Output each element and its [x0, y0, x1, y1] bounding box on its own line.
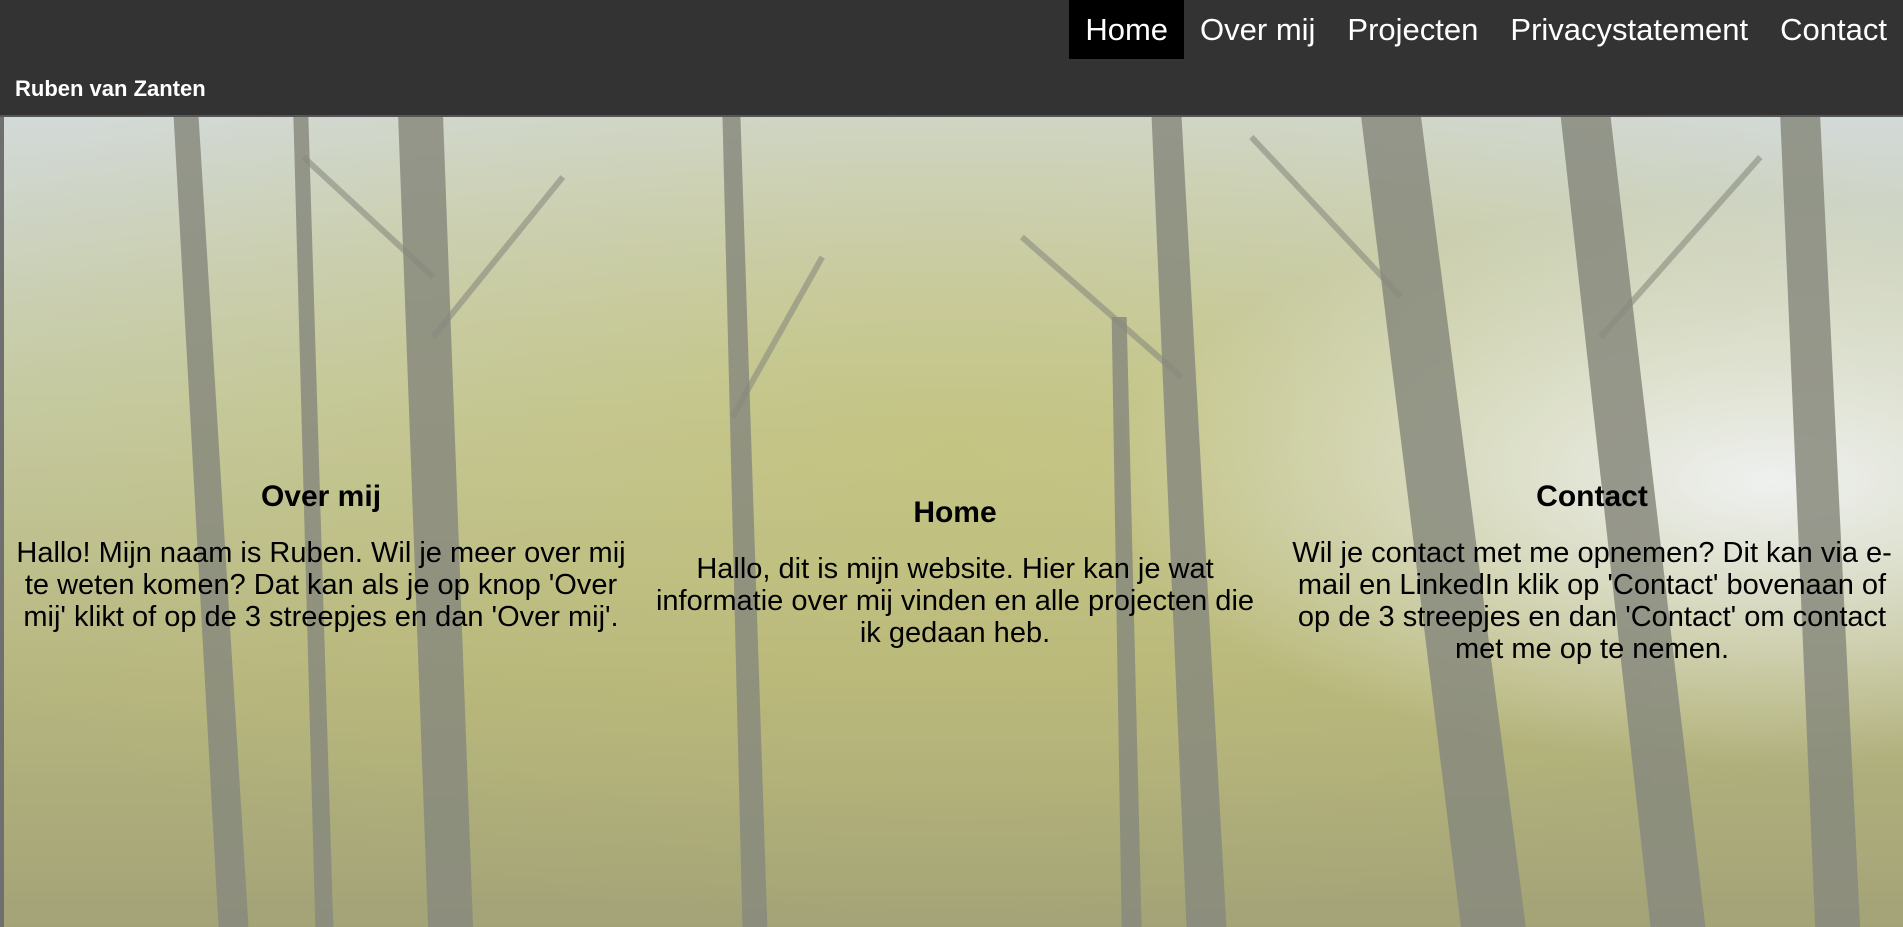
nav-link-home[interactable]: Home — [1069, 0, 1185, 59]
navbar: Home Over mij Projecten Privacystatement… — [0, 0, 1903, 117]
hero-section: Over mij Hallo! Mijn naam is Ruben. Wil … — [0, 117, 1903, 927]
section-home: Home Hallo, dit is mijn website. Hier ka… — [645, 495, 1265, 649]
section-text: Wil je contact met me opnemen? Dit kan v… — [1292, 537, 1892, 665]
nav-menu: Home Over mij Projecten Privacystatement… — [1069, 0, 1903, 59]
section-title: Home — [913, 496, 997, 529]
site-name: Ruben van Zanten — [15, 76, 206, 101]
nav-link-over-mij[interactable]: Over mij — [1184, 0, 1331, 59]
section-contact: Contact Wil je contact met me opnemen? D… — [1280, 479, 1903, 665]
section-title: Over mij — [260, 480, 382, 513]
section-text: Hallo, dit is mijn website. Hier kan je … — [655, 553, 1255, 649]
section-title: Contact — [1536, 480, 1648, 513]
nav-link-privacystatement[interactable]: Privacystatement — [1494, 0, 1764, 59]
section-over-mij: Over mij Hallo! Mijn naam is Ruben. Wil … — [11, 479, 631, 633]
nav-link-projecten[interactable]: Projecten — [1331, 0, 1494, 59]
section-text: Hallo! Mijn naam is Ruben. Wil je meer o… — [16, 537, 626, 633]
nav-link-contact[interactable]: Contact — [1764, 0, 1903, 59]
